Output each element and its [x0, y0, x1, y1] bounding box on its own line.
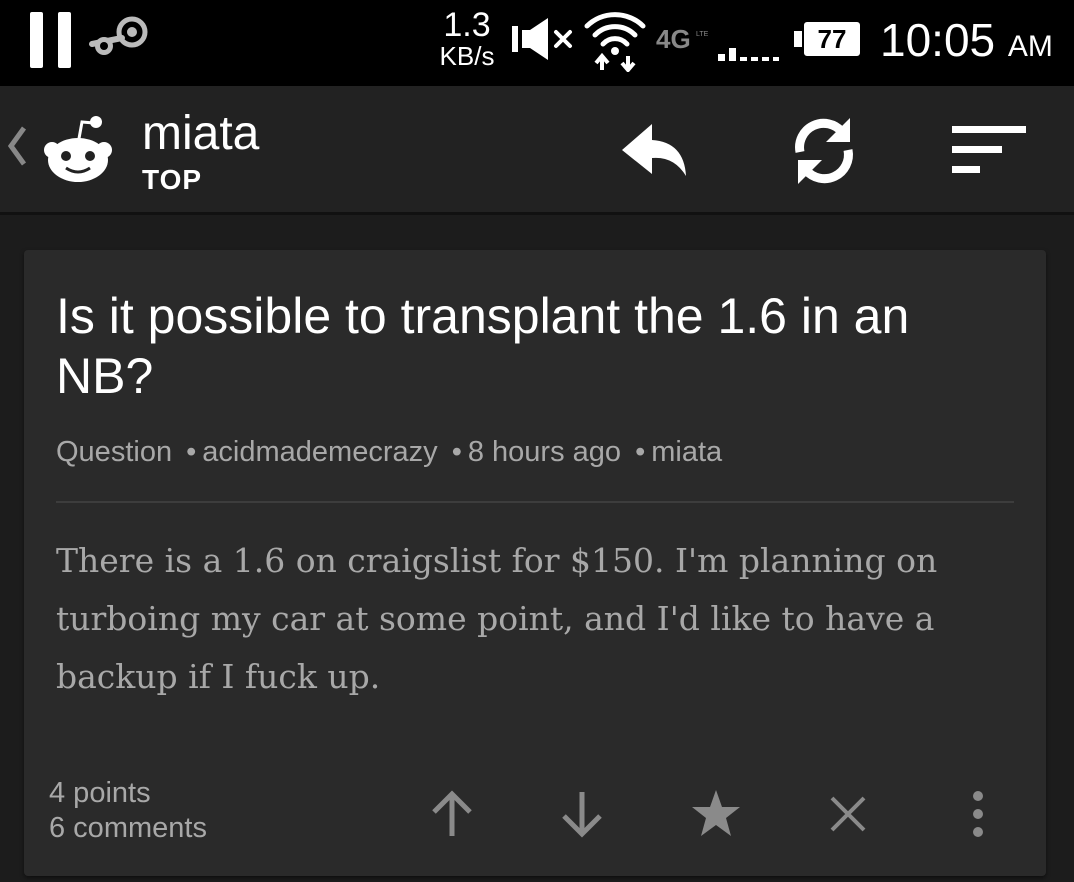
upvote-button[interactable]: [422, 784, 482, 844]
downvote-icon: [562, 792, 602, 838]
star-icon: [692, 790, 740, 836]
downvote-button[interactable]: [552, 784, 612, 844]
more-vertical-icon: [973, 791, 983, 837]
post-card[interactable]: Is it possible to transplant the 1.6 in …: [24, 250, 1046, 876]
clock-time: 10:05: [880, 14, 996, 66]
app-bar: miata TOP: [0, 86, 1074, 215]
steam-icon: [89, 16, 148, 55]
clock-ampm: AM: [1007, 30, 1053, 63]
svg-text:4G: 4G: [656, 26, 691, 52]
svg-text:LTE: LTE: [696, 31, 708, 38]
network-speed-unit: KB/s: [439, 41, 495, 71]
reply-button[interactable]: [614, 112, 694, 188]
hide-button[interactable]: [818, 784, 878, 844]
meta-separator: •: [635, 436, 646, 468]
battery-icon: 77: [794, 22, 862, 58]
refresh-button[interactable]: [784, 112, 864, 188]
pause-icon: [30, 12, 72, 68]
4g-lte-icon: 4G LTE: [656, 26, 708, 52]
refresh-icon: [795, 118, 853, 184]
clock: 10:05 AM: [880, 14, 1053, 73]
post-flair: Question: [56, 436, 173, 468]
reply-icon: [622, 124, 686, 176]
network-speed: 1.3 KB/s: [432, 8, 502, 70]
meta-separator: •: [186, 436, 197, 468]
post-meta: Question • acidmademecrazy • 8 hours ago •…: [56, 434, 1016, 470]
save-button[interactable]: [686, 784, 746, 844]
post-age: 8 hours ago: [467, 436, 622, 468]
sort-label: TOP: [142, 164, 203, 195]
mute-icon: [512, 18, 572, 60]
post-points: 4 points: [49, 777, 151, 809]
divider: [56, 501, 1014, 503]
signal-icon: [718, 48, 779, 61]
close-icon: [830, 796, 866, 832]
post-title[interactable]: Is it possible to transplant the 1.6 in …: [56, 286, 1016, 406]
sort-button[interactable]: [946, 112, 1028, 188]
upvote-icon: [432, 790, 472, 836]
meta-separator: •: [451, 436, 462, 468]
more-button[interactable]: [948, 784, 1008, 844]
post-comments-count[interactable]: 6 comments: [49, 811, 207, 846]
sort-icon: [952, 126, 1028, 173]
post-stats: 4 points 6 comments: [49, 776, 207, 846]
wifi-icon: [584, 12, 646, 72]
post-author[interactable]: acidmademecrazy: [202, 436, 437, 468]
battery-percent: 77: [817, 24, 847, 54]
post-subreddit[interactable]: miata: [651, 436, 722, 468]
post-selftext: There is a 1.6 on craigslist for $150. I…: [56, 541, 938, 696]
reddit-logo-icon[interactable]: [40, 114, 116, 186]
back-chevron-icon[interactable]: [6, 124, 28, 168]
subreddit-title: miata: [142, 107, 260, 160]
network-speed-value: 1.3: [443, 6, 491, 44]
status-bar: 1.3 KB/s 4G LTE 77 10:05 AM: [0, 0, 1074, 86]
